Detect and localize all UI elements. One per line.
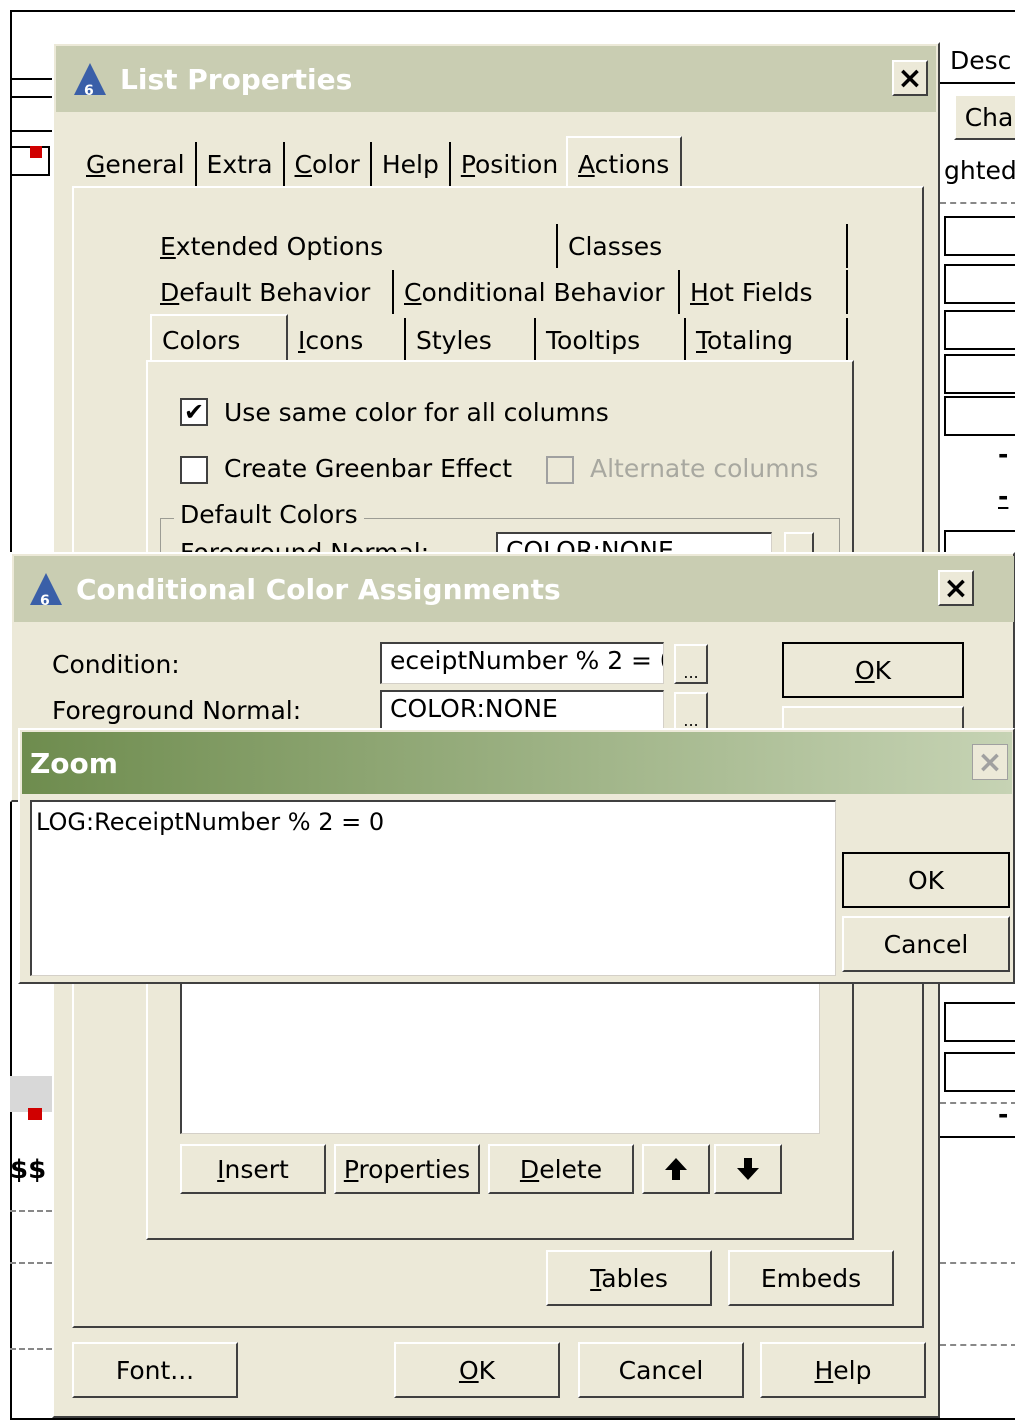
dollar-label: $$: [10, 1155, 47, 1185]
condition-ellipsis-button[interactable]: ...: [674, 644, 708, 684]
subtab-extended-options[interactable]: Extended Options: [150, 224, 558, 268]
tab-general[interactable]: General: [76, 142, 197, 186]
cha-button[interactable]: Cha: [954, 94, 1015, 140]
red-marker-icon: [30, 146, 42, 158]
condition-field[interactable]: eceiptNumber % 2 = 0: [380, 642, 664, 684]
subtab-classes[interactable]: Classes: [558, 224, 848, 268]
properties-button[interactable]: Properties: [334, 1144, 480, 1194]
svg-text:6: 6: [84, 83, 94, 99]
zoom-text-area[interactable]: LOG:ReceiptNumber % 2 = 0: [30, 800, 836, 976]
zoom-ok-button[interactable]: OK: [842, 852, 1010, 908]
alternate-columns-checkbox[interactable]: [546, 456, 574, 484]
list-properties-titlebar: 6 List Properties: [56, 46, 936, 112]
tab-actions[interactable]: Actions: [566, 136, 682, 190]
zoom-cancel-button[interactable]: Cancel: [842, 916, 1010, 972]
list-properties-title: List Properties: [120, 62, 353, 96]
conditional-color-list[interactable]: [180, 984, 820, 1134]
desc-column-header: Desc: [950, 46, 1012, 75]
conditional-color-titlebar: 6 Conditional Color Assignments: [14, 556, 1014, 622]
ok-button[interactable]: OK: [394, 1342, 560, 1398]
insert-button[interactable]: Insert: [180, 1144, 326, 1194]
move-up-button[interactable]: [642, 1144, 710, 1194]
subtab-row-1: Extended Options Classes: [150, 224, 850, 268]
subtab-icons[interactable]: Icons: [288, 318, 406, 362]
ghted-label: ghted: [944, 156, 1015, 185]
cancel-button[interactable]: Cancel: [578, 1342, 744, 1398]
greenbar-label: Create Greenbar Effect: [224, 454, 513, 483]
subtab-hot-fields[interactable]: Hot Fields: [680, 270, 848, 314]
zoom-close-button[interactable]: ×: [972, 744, 1008, 780]
greenbar-checkbox[interactable]: [180, 456, 208, 484]
zoom-dialog: Zoom × LOG:ReceiptNumber % 2 = 0 OK Canc…: [18, 728, 1015, 984]
tab-extra[interactable]: Extra: [197, 142, 285, 186]
embeds-button[interactable]: Embeds: [728, 1250, 894, 1306]
conditional-ok-button[interactable]: OK: [782, 642, 964, 698]
foreground-ellipsis-button[interactable]: ...: [674, 692, 708, 732]
help-button[interactable]: Help: [760, 1342, 926, 1398]
subtab-styles[interactable]: Styles: [406, 318, 536, 362]
subtab-conditional-behavior[interactable]: Conditional Behavior: [394, 270, 680, 314]
foreground-normal-label: Foreground Normal:: [52, 696, 302, 725]
subtab-row-3: Colors Icons Styles Tooltips Totaling: [150, 314, 850, 364]
tab-position[interactable]: Position: [451, 142, 571, 186]
subtab-row-2: Default Behavior Conditional Behavior Ho…: [150, 270, 850, 314]
condition-label: Condition:: [52, 650, 180, 679]
zoom-expression-text: LOG:ReceiptNumber % 2 = 0: [36, 808, 385, 836]
conditional-color-title: Conditional Color Assignments: [76, 572, 561, 606]
subtab-totaling[interactable]: Totaling: [686, 318, 848, 362]
foreground-normal-field[interactable]: COLOR:NONE: [380, 690, 664, 732]
default-colors-label: Default Colors: [174, 500, 364, 529]
subtab-colors[interactable]: Colors: [150, 314, 288, 364]
arrow-up-icon: [665, 1158, 687, 1180]
tab-help[interactable]: Help: [372, 142, 451, 186]
subtab-tooltips[interactable]: Tooltips: [536, 318, 686, 362]
arrow-down-icon: [737, 1158, 759, 1180]
move-down-button[interactable]: [714, 1144, 782, 1194]
font-button[interactable]: Font...: [72, 1342, 238, 1398]
zoom-titlebar: Zoom: [22, 732, 1012, 794]
tab-color[interactable]: Color: [285, 142, 372, 186]
conditional-color-close-button[interactable]: ×: [938, 570, 974, 606]
alternate-columns-label: Alternate columns: [590, 454, 819, 483]
use-same-color-checkbox[interactable]: ✔: [180, 398, 208, 426]
zoom-title: Zoom: [30, 746, 118, 780]
subtab-default-behavior[interactable]: Default Behavior: [150, 270, 394, 314]
app-logo-icon: 6: [30, 573, 62, 609]
tables-button[interactable]: Tables: [546, 1250, 712, 1306]
svg-text:6: 6: [40, 593, 50, 609]
red-marker-icon: [28, 1108, 42, 1120]
use-same-color-label: Use same color for all columns: [224, 398, 609, 427]
app-logo-icon: 6: [74, 63, 106, 99]
list-properties-close-button[interactable]: ×: [892, 60, 928, 96]
delete-button[interactable]: Delete: [488, 1144, 634, 1194]
